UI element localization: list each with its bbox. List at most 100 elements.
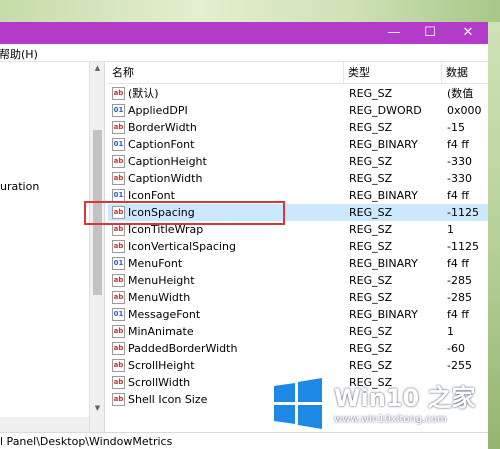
binary-value-icon: 01 [112, 138, 125, 151]
table-row[interactable]: ab CaptionWidth REG_SZ -330 [108, 170, 488, 187]
value-type: REG_SZ [349, 155, 393, 168]
watermark-url: www.win10xitong.com [334, 414, 447, 425]
value-data: -255 [447, 359, 472, 372]
value-name: Shell Icon Size [128, 393, 208, 406]
scroll-down-arrow-icon[interactable]: ▼ [93, 404, 102, 413]
value-type: REG_BINARY [349, 138, 418, 151]
value-type: REG_BINARY [349, 189, 418, 202]
value-name: CaptionHeight [128, 155, 207, 168]
value-name: BorderWidth [128, 121, 197, 134]
registry-tree-pane[interactable]: uration ▲ ▼ [0, 62, 104, 432]
string-value-icon: ab [112, 121, 125, 134]
minimize-button[interactable]: — [376, 22, 412, 44]
value-type: REG_SZ [349, 274, 393, 287]
value-type: REG_SZ [349, 87, 393, 100]
value-name: MinAnimate [128, 325, 194, 338]
value-type: REG_SZ [349, 240, 393, 253]
value-data: -285 [447, 291, 472, 304]
maximize-button[interactable]: ☐ [412, 22, 448, 44]
value-name: MenuHeight [128, 274, 195, 287]
value-type: REG_SZ [349, 342, 393, 355]
table-row[interactable]: 01 AppliedDPI REG_DWORD 0x000 [108, 102, 488, 119]
table-row[interactable]: ab BorderWidth REG_SZ -15 [108, 119, 488, 136]
value-name: MenuFont [128, 257, 183, 270]
value-name: AppliedDPI [128, 104, 188, 117]
table-row[interactable]: ab MinAnimate REG_SZ 1 [108, 323, 488, 340]
value-data: -60 [447, 342, 465, 355]
value-data: f4 ff [447, 138, 469, 151]
table-row[interactable]: ab IconVerticalSpacing REG_SZ -1125 [108, 238, 488, 255]
value-name: MenuWidth [128, 291, 191, 304]
value-type: REG_SZ [349, 121, 393, 134]
value-data: f4 ff [447, 308, 469, 321]
string-value-icon: ab [112, 155, 125, 168]
string-value-icon: ab [112, 376, 125, 389]
string-value-icon: ab [112, 87, 125, 100]
value-type: REG_BINARY [349, 257, 418, 270]
tree-node-label[interactable]: uration [0, 180, 39, 193]
list-header: 名称 类型 数据 [108, 62, 488, 84]
desktop-wallpaper-top [0, 0, 500, 22]
value-data: -330 [447, 155, 472, 168]
value-name: ScrollWidth [128, 376, 191, 389]
value-data: -330 [447, 172, 472, 185]
close-button[interactable]: ✕ [450, 22, 486, 44]
table-row[interactable]: ab ScrollHeight REG_SZ -255 [108, 357, 488, 374]
binary-value-icon: 01 [112, 257, 125, 270]
menu-bar: 帮助(H) [0, 44, 488, 62]
string-value-icon: ab [112, 359, 125, 372]
tree-vertical-scrollbar[interactable]: ▲ ▼ [89, 62, 104, 432]
value-type: REG_SZ [349, 223, 393, 236]
watermark: Win10 之家 www.win10xitong.com [268, 374, 500, 440]
watermark-title: Win10 之家 [334, 384, 476, 412]
column-header-type[interactable]: 类型 [344, 62, 442, 84]
value-type: REG_SZ [349, 206, 393, 219]
value-name: PaddedBorderWidth [128, 342, 238, 355]
title-bar[interactable]: — ☐ ✕ [0, 22, 488, 44]
value-data: -15 [447, 121, 465, 134]
table-row[interactable]: ab (默认) REG_SZ (数值 [108, 85, 488, 102]
table-row[interactable]: 01 CaptionFont REG_BINARY f4 ff [108, 136, 488, 153]
string-value-icon: ab [112, 393, 125, 406]
value-name: CaptionWidth [128, 172, 203, 185]
value-type: REG_SZ [349, 172, 393, 185]
value-type: REG_DWORD [349, 104, 422, 117]
tree-horizontal-scrollbar[interactable] [0, 417, 89, 432]
string-value-icon: ab [112, 291, 125, 304]
column-header-data[interactable]: 数据 [442, 62, 488, 84]
table-row[interactable]: 01 MenuFont REG_BINARY f4 ff [108, 255, 488, 272]
value-type: REG_SZ [349, 291, 393, 304]
value-type: REG_SZ [349, 325, 393, 338]
value-name: IconVerticalSpacing [128, 240, 236, 253]
table-row[interactable]: ab MenuWidth REG_SZ -285 [108, 289, 488, 306]
windows-logo-icon [274, 378, 322, 429]
string-value-icon: ab [112, 240, 125, 253]
value-data: -1125 [447, 206, 479, 219]
registry-path: l Panel\Desktop\WindowMetrics [0, 435, 173, 448]
binary-value-icon: 01 [112, 308, 125, 321]
value-name: CaptionFont [128, 138, 195, 151]
string-value-icon: ab [112, 325, 125, 338]
string-value-icon: ab [112, 342, 125, 355]
value-name: MessageFont [128, 308, 201, 321]
menu-help[interactable]: 帮助(H) [0, 46, 38, 62]
table-row[interactable]: ab MenuHeight REG_SZ -285 [108, 272, 488, 289]
value-data: 0x000 [447, 104, 482, 117]
value-data: f4 ff [447, 257, 469, 270]
value-data: -285 [447, 274, 472, 287]
annotation-highlight-box [84, 201, 285, 225]
column-header-name[interactable]: 名称 [108, 62, 344, 84]
table-row[interactable]: ab PaddedBorderWidth REG_SZ -60 [108, 340, 488, 357]
value-data: 1 [447, 325, 454, 338]
value-data: -1125 [447, 240, 479, 253]
value-data: f4 ff [447, 189, 469, 202]
binary-value-icon: 01 [112, 104, 125, 117]
value-type: REG_BINARY [349, 308, 418, 321]
value-name: ScrollHeight [128, 359, 195, 372]
value-data: 1 [447, 223, 454, 236]
value-name: (默认) [128, 87, 159, 100]
scroll-up-arrow-icon[interactable]: ▲ [93, 64, 102, 73]
value-data: (数值 [447, 87, 474, 100]
table-row[interactable]: ab CaptionHeight REG_SZ -330 [108, 153, 488, 170]
table-row[interactable]: 01 MessageFont REG_BINARY f4 ff [108, 306, 488, 323]
